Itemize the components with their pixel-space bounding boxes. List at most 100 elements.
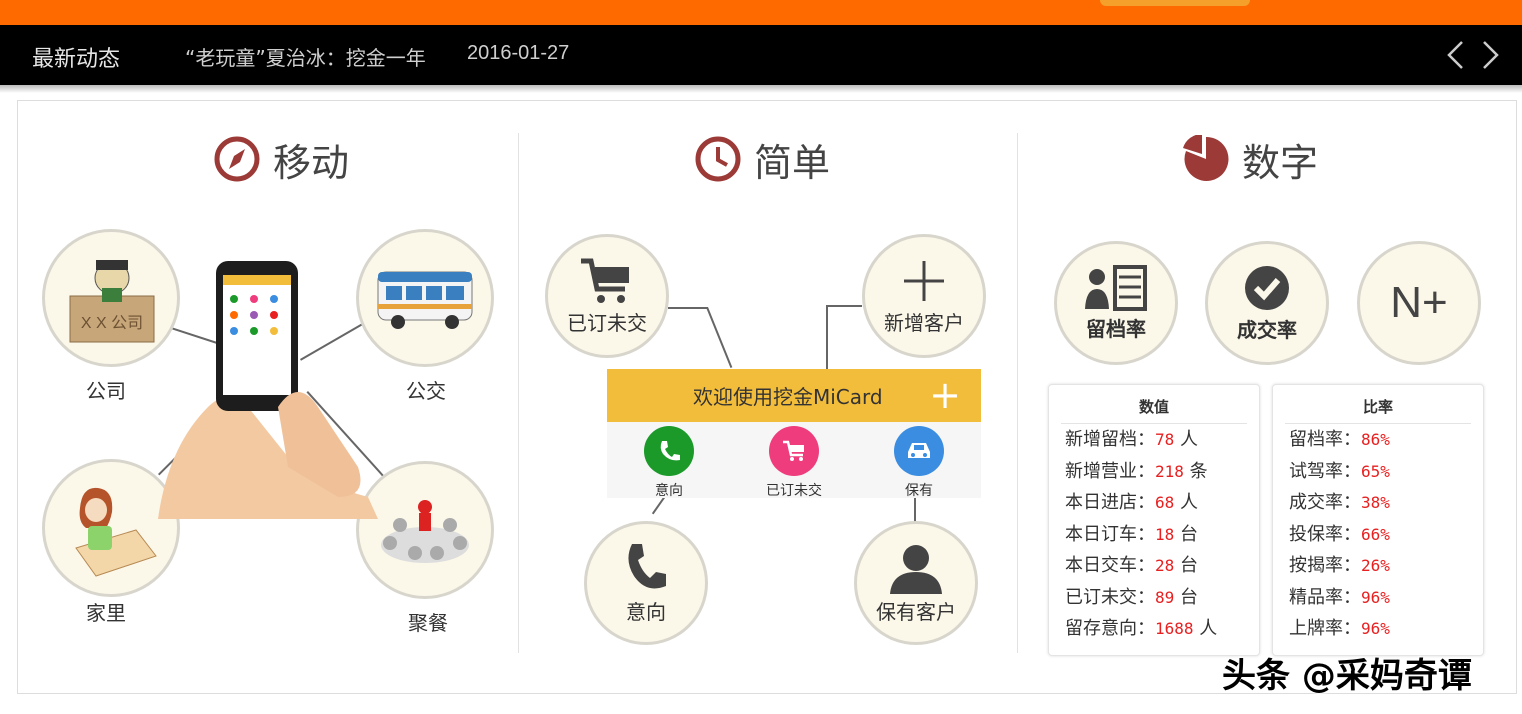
smartphone-in-hand-icon <box>158 261 378 519</box>
rate-number: 96% <box>1361 619 1390 638</box>
news-label: 最新动态 <box>32 47 121 72</box>
car-icon <box>894 426 944 476</box>
value-row: 留存意向：1688 人 <box>1065 613 1259 645</box>
menu-item-retained[interactable]: 保有 <box>879 426 959 500</box>
badge-n-plus: N+ <box>1390 278 1448 327</box>
rate-number: 38% <box>1361 493 1390 512</box>
value-number: 78 <box>1155 430 1175 449</box>
deal-rate-circle[interactable]: 成交率 <box>1205 241 1329 365</box>
value-row: 本日订车：18 台 <box>1065 519 1259 551</box>
clock-icon <box>695 136 741 182</box>
rate-row: 上牌率：96% <box>1289 613 1483 645</box>
value-number: 28 <box>1155 556 1175 575</box>
value-row: 新增留档：78 人 <box>1065 424 1259 456</box>
value-row: 已订未交：89 台 <box>1065 582 1259 614</box>
value-label: 本日订车： <box>1065 523 1155 545</box>
rate-row: 试驾率：65% <box>1289 456 1483 488</box>
values-box: 数值 新增留档：78 人新增营业：218 条本日进店：68 人本日订车：18 台… <box>1048 384 1260 656</box>
rates-box: 比率 留档率：86% 试驾率：65% 成交率：38% 投保率：66% 按揭率：26% 精品… <box>1272 384 1484 656</box>
chevron-right-icon[interactable] <box>1476 39 1504 71</box>
id-card-icon <box>1085 264 1147 311</box>
value-row: 新增营业：218 条 <box>1065 456 1259 488</box>
shopping-cart-icon <box>581 258 629 303</box>
value-number: 89 <box>1155 587 1175 607</box>
news-ticker: 最新动态 “老玩童”夏治冰：挖金一年 2016-01-27 <box>0 25 1522 85</box>
user-icon <box>890 544 942 594</box>
value-label: 本日交车： <box>1065 555 1155 576</box>
news-title-link[interactable]: “老玩童”夏治冰：挖金一年 <box>185 42 426 71</box>
plus-icon <box>904 260 944 301</box>
simple-item-retained-customer: 保有客户 <box>876 599 956 624</box>
retained-customer-circle[interactable]: 保有客户 <box>854 521 978 645</box>
mobile-item-dinner: 聚餐 <box>408 611 448 635</box>
value-label: 已订未交： <box>1065 586 1155 608</box>
welcome-bar: 欢迎使用挖金MiCard + <box>607 369 981 422</box>
value-number: 68 <box>1155 493 1175 512</box>
value-unit: 台 <box>1180 586 1198 608</box>
simple-item-ordered: 已订未交 <box>567 310 647 335</box>
values-list: 新增留档：78 人新增营业：218 条本日进店：68 人本日订车：18 台本日交… <box>1049 424 1259 645</box>
rate-label: 上牌率： <box>1289 618 1361 639</box>
section-title-simple: 简单 <box>694 131 830 187</box>
feature-panel: 移动 X X 公司 公司 公交 家里 聚餐 简单 已订未交 新增客户 欢迎使用挖… <box>17 100 1517 694</box>
rate-number: 86% <box>1361 430 1390 449</box>
value-number: 18 <box>1155 524 1175 544</box>
rate-row: 成交率：38% <box>1289 487 1483 519</box>
value-label: 留存意向： <box>1065 618 1155 639</box>
value-unit: 人 <box>1180 429 1198 450</box>
rate-row: 留档率：86% <box>1289 424 1483 456</box>
news-date: 2016-01-27 <box>467 42 570 64</box>
rate-row: 精品率：96% <box>1289 582 1483 614</box>
chevron-left-icon[interactable] <box>1442 39 1470 71</box>
phone-handset-icon <box>628 543 666 588</box>
value-row: 本日进店：68 人 <box>1065 487 1259 519</box>
simple-item-intention: 意向 <box>626 599 666 624</box>
rate-label: 投保率： <box>1289 523 1361 545</box>
pie-chart-icon <box>1183 135 1229 181</box>
rate-label: 按揭率： <box>1289 555 1361 576</box>
menu-item-intention[interactable]: 意向 <box>629 426 709 500</box>
intention-circle[interactable]: 意向 <box>584 521 708 645</box>
welcome-text: 欢迎使用挖金MiCard <box>693 385 883 409</box>
rate-number: 26% <box>1361 556 1390 575</box>
watermark-text: 头条 @采妈奇谭 <box>1222 656 1472 696</box>
mobile-item-home: 家里 <box>86 601 126 625</box>
rate-row: 投保率：66% <box>1289 519 1483 551</box>
quick-menu: 意向 已订未交 保有 <box>607 422 981 500</box>
values-header: 数值 <box>1061 396 1247 424</box>
value-unit: 人 <box>1180 492 1198 513</box>
value-unit: 台 <box>1180 523 1198 545</box>
rate-number: 66% <box>1361 524 1390 544</box>
rate-label: 成交率： <box>1289 492 1361 513</box>
mobile-item-company: 公司 <box>86 379 126 403</box>
value-label: 新增留档： <box>1065 429 1155 450</box>
compass-icon <box>214 136 260 182</box>
more-circle[interactable]: N+ <box>1357 241 1481 365</box>
phone-icon <box>644 426 694 476</box>
value-unit: 人 <box>1199 618 1218 639</box>
value-label: 新增营业： <box>1065 460 1155 482</box>
retention-rate-circle[interactable]: 留档率 <box>1054 241 1178 365</box>
menu-item-ordered[interactable]: 已订未交 <box>754 426 834 500</box>
value-unit: 台 <box>1180 555 1198 576</box>
rate-label: 试驾率： <box>1289 460 1361 482</box>
rate-label: 留档率： <box>1289 429 1361 450</box>
new-customer-circle[interactable]: 新增客户 <box>862 234 986 358</box>
value-number: 1688 <box>1155 619 1194 638</box>
value-unit: 条 <box>1189 460 1208 482</box>
mobile-item-bus: 公交 <box>406 379 446 403</box>
welcome-plus-icon[interactable]: + <box>929 375 961 415</box>
ordered-undelivered-circle[interactable]: 已订未交 <box>545 234 669 358</box>
rate-number: 65% <box>1361 461 1390 481</box>
section-title-mobile: 移动 <box>213 131 349 187</box>
top-orange-bar <box>0 0 1522 25</box>
cart-icon <box>769 426 819 476</box>
value-number: 218 <box>1155 461 1184 481</box>
badge-deal-rate: 成交率 <box>1237 317 1297 342</box>
rate-number: 96% <box>1361 587 1390 607</box>
value-label: 本日进店： <box>1065 492 1155 513</box>
badge-retention-rate: 留档率 <box>1086 316 1146 341</box>
value-row: 本日交车：28 台 <box>1065 550 1259 582</box>
rate-label: 精品率： <box>1289 586 1361 608</box>
rate-row: 按揭率：26% <box>1289 550 1483 582</box>
